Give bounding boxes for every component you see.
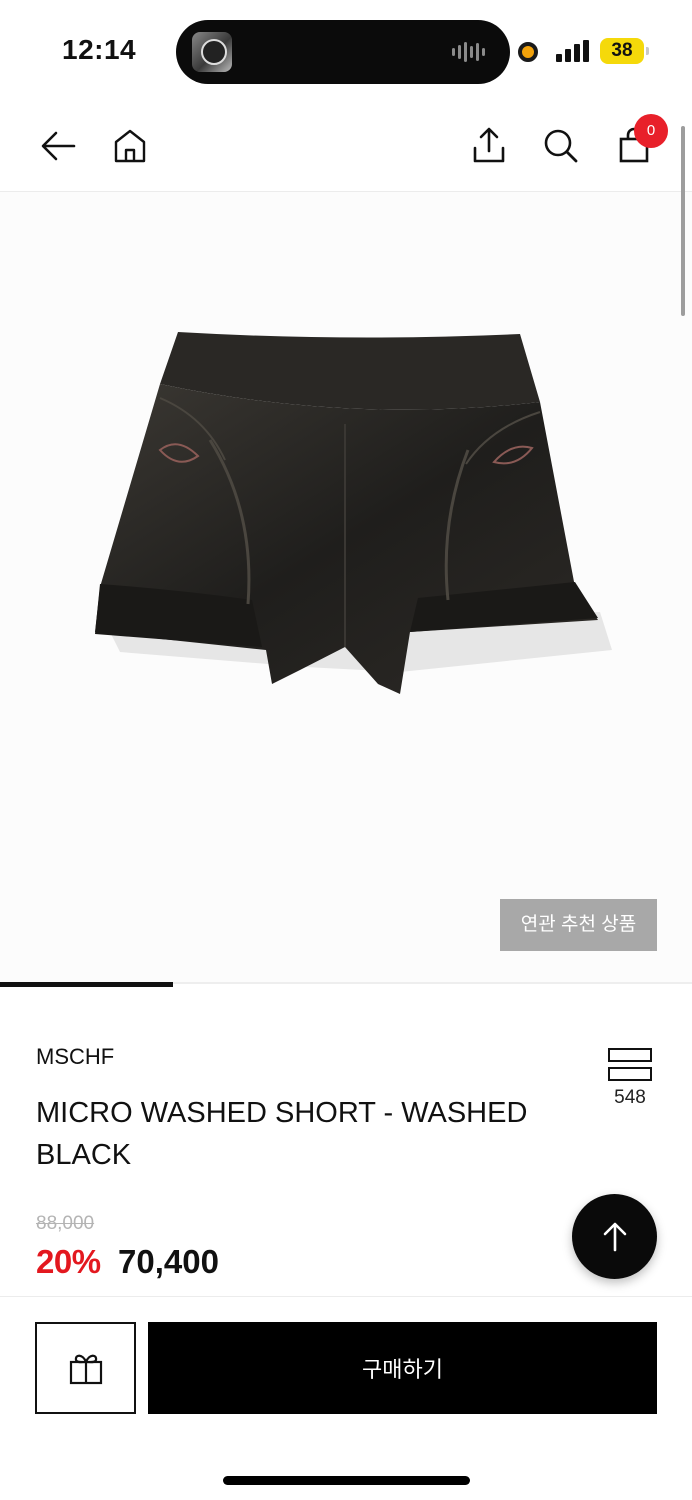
arrow-left-icon xyxy=(41,131,76,161)
page-scrollbar[interactable] xyxy=(681,126,685,316)
scroll-to-top-button[interactable] xyxy=(572,1194,657,1279)
compare-button[interactable]: 548 xyxy=(604,1046,656,1126)
discount-rate: 20% xyxy=(36,1243,101,1280)
product-title: MICRO WASHED SHORT - WASHED BLACK xyxy=(36,1097,528,1171)
compare-icon xyxy=(608,1048,652,1062)
product-image xyxy=(95,332,612,694)
search-button[interactable] xyxy=(537,122,585,170)
audio-wave-icon xyxy=(452,42,492,64)
compare-count: 548 xyxy=(614,1087,646,1108)
arrow-up-icon xyxy=(603,1222,626,1251)
sale-price: 70,400 xyxy=(118,1243,219,1280)
status-time: 12:14 xyxy=(62,34,137,65)
gallery-progress-fill xyxy=(0,982,173,987)
now-playing-artwork xyxy=(192,32,232,72)
related-products-button[interactable]: 연관 추천 상품 xyxy=(500,899,657,951)
home-indicator xyxy=(223,1476,470,1485)
share-icon xyxy=(473,127,505,163)
share-button[interactable] xyxy=(465,122,513,170)
original-price: 88,000 xyxy=(36,1213,95,1234)
status-bar: 12:14 38 xyxy=(0,0,692,100)
signal-icon xyxy=(556,40,590,62)
gift-button[interactable] xyxy=(35,1322,136,1414)
dynamic-island xyxy=(176,20,510,84)
product-image-gallery[interactable] xyxy=(0,192,692,982)
brand-name[interactable]: MSCHF xyxy=(36,1044,114,1070)
mic-indicator-icon xyxy=(518,42,538,62)
cart-count-badge: 0 xyxy=(634,114,668,148)
battery-indicator: 38 xyxy=(600,38,649,64)
compare-icon-lower xyxy=(608,1067,652,1081)
search-icon xyxy=(544,129,578,163)
buy-button[interactable]: 구매하기 xyxy=(148,1322,657,1414)
back-button[interactable] xyxy=(34,122,82,170)
home-button[interactable] xyxy=(106,122,154,170)
home-icon xyxy=(114,129,146,163)
gift-icon xyxy=(69,1354,102,1385)
top-navigation xyxy=(0,100,692,192)
